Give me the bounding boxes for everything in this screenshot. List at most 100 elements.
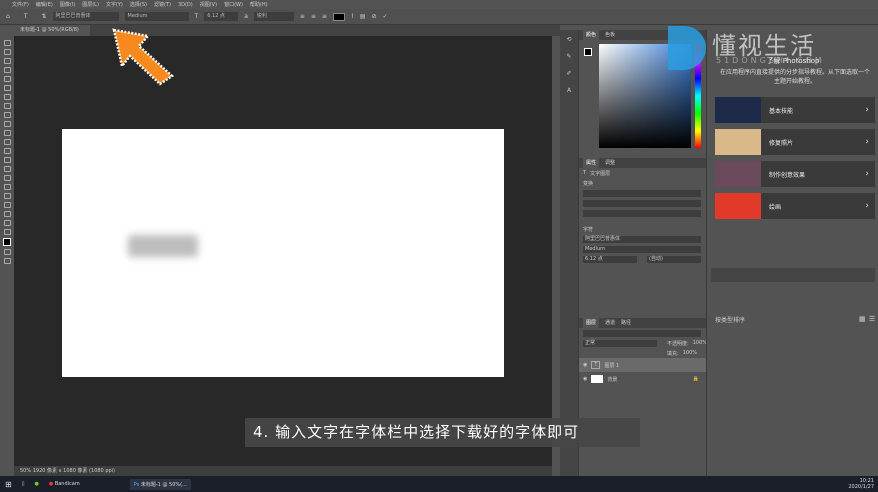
eraser-tool-icon[interactable] — [3, 139, 11, 145]
file-explorer-icon[interactable]: ▯ — [22, 481, 25, 487]
commit-icon[interactable]: ✓ — [383, 13, 388, 20]
zoom-tool-icon[interactable] — [3, 220, 11, 226]
tab-swatches[interactable]: 色板 — [605, 30, 615, 40]
menu-help[interactable]: 帮助(H) — [250, 1, 268, 8]
learn-item-basic[interactable]: 基本技能 › — [715, 97, 875, 123]
right-panels: 颜色 色板 属性 调整 T 文字图层 变换 字符 阿里巴巴普惠体 Medium 6.1… — [578, 30, 707, 476]
learn-item-creative[interactable]: 制作创意效果 › — [715, 161, 875, 187]
grid-view-icon[interactable]: ▦ — [859, 315, 866, 323]
type-tool-icon[interactable] — [3, 184, 11, 190]
menu-file[interactable]: 文件(F) — [12, 1, 29, 8]
healing-tool-icon[interactable] — [3, 103, 11, 109]
menu-layer[interactable]: 图层(L) — [82, 1, 99, 8]
path-select-tool-icon[interactable] — [3, 193, 11, 199]
antialias-select[interactable]: 锐利 — [253, 12, 294, 21]
bandicam-app[interactable]: ● Bandicam — [49, 481, 80, 487]
crop-tool-icon[interactable] — [3, 76, 11, 82]
eyedropper-tool-icon[interactable] — [3, 94, 11, 100]
foreground-swatch[interactable] — [584, 48, 592, 56]
foreground-color-swatch[interactable] — [3, 238, 11, 246]
quick-mask-icon[interactable] — [3, 249, 11, 255]
browser-icon[interactable]: ● — [34, 481, 38, 487]
panels-icon[interactable]: ▤ — [360, 13, 366, 20]
chevron-right-icon: › — [865, 169, 869, 179]
frame-tool-icon[interactable] — [3, 85, 11, 91]
warp-text-icon[interactable]: ⌇ — [351, 13, 354, 20]
home-icon[interactable]: ⌂ — [6, 13, 10, 20]
tab-color[interactable]: 颜色 — [583, 30, 600, 40]
screen-mode-icon[interactable] — [3, 258, 11, 264]
lock-icon: 🔒 — [692, 376, 699, 382]
menu-view[interactable]: 视图(V) — [200, 1, 217, 8]
opacity-field[interactable]: 100% — [693, 340, 707, 346]
tab-channels[interactable]: 通道 — [605, 318, 615, 328]
clock[interactable]: 10:21 2020/1/27 — [848, 478, 878, 490]
blend-mode-select[interactable]: 正常 — [583, 339, 658, 347]
font-family-select[interactable]: 阿里巴巴普惠体 — [52, 12, 119, 21]
photoshop-app[interactable]: Ps 未标题-1 @ 50%(... — [129, 478, 191, 490]
move-tool-icon[interactable] — [3, 40, 11, 46]
fill-field[interactable]: 100% — [683, 350, 697, 356]
hand-tool-icon[interactable] — [3, 211, 11, 217]
align-left-icon[interactable]: ≡ — [300, 13, 305, 20]
menu-window[interactable]: 窗口(W) — [224, 1, 243, 8]
char-leading-field[interactable]: (自动) — [647, 255, 701, 263]
align-right-icon[interactable]: ≡ — [322, 13, 327, 20]
menu-type[interactable]: 文字(Y) — [106, 1, 123, 8]
more-tools-icon[interactable] — [3, 229, 11, 235]
menu-select[interactable]: 选择(S) — [130, 1, 147, 8]
stamp-tool-icon[interactable] — [3, 121, 11, 127]
gradient-tool-icon[interactable] — [3, 148, 11, 154]
paths-icon[interactable]: ✐ — [566, 70, 571, 77]
dodge-tool-icon[interactable] — [3, 166, 11, 172]
learn-item-painting[interactable]: 绘画 › — [715, 193, 875, 219]
tab-layers[interactable]: 图层 — [583, 318, 600, 328]
transform-angle-field[interactable] — [583, 209, 701, 217]
quick-select-tool-icon[interactable] — [3, 67, 11, 73]
type-tool-icon[interactable]: T — [24, 13, 28, 20]
cancel-icon[interactable]: ⊘ — [372, 13, 377, 20]
character-heading: 字符 — [583, 226, 594, 233]
menu-image[interactable]: 图像(I) — [60, 1, 75, 8]
transform-xy-fields[interactable] — [583, 199, 701, 207]
sort-select[interactable]: 按类型排序 — [715, 315, 745, 324]
panel-icon-column: ⟲ ✎ ✐ A — [560, 30, 578, 476]
document-tab[interactable]: 未标题-1 @ 50%(RGB/8) — [14, 25, 90, 36]
blur-tool-icon[interactable] — [3, 157, 11, 163]
list-view-icon[interactable]: ☰ — [869, 315, 875, 323]
transform-wh-fields[interactable] — [583, 189, 701, 197]
layer-row[interactable]: ◉ 背景 🔒 — [579, 372, 707, 386]
font-size-select[interactable]: 6.12 点 — [204, 12, 239, 21]
visibility-eye-icon[interactable]: ◉ — [583, 376, 587, 382]
marquee-tool-icon[interactable] — [3, 49, 11, 55]
shape-tool-icon[interactable] — [3, 202, 11, 208]
char-style-select[interactable]: Medium — [583, 245, 701, 253]
opacity-label: 不透明度: — [667, 340, 689, 347]
windows-start-icon[interactable]: ⊞ — [5, 480, 12, 489]
libraries-search[interactable] — [711, 268, 875, 282]
brush-tool-icon[interactable] — [3, 112, 11, 118]
menu-edit[interactable]: 编辑(E) — [36, 1, 53, 8]
orientation-icon[interactable]: ⇅ — [41, 13, 46, 20]
align-center-icon[interactable]: ≡ — [311, 13, 316, 20]
learn-item-repair[interactable]: 修复照片 › — [715, 129, 875, 155]
tab-adjustments[interactable]: 调整 — [605, 158, 615, 168]
brush-settings-icon[interactable]: ✎ — [566, 53, 571, 60]
history-brush-icon[interactable] — [3, 130, 11, 136]
tab-paths[interactable]: 路径 — [621, 318, 631, 328]
char-font-select[interactable]: 阿里巴巴普惠体 — [583, 235, 701, 243]
layer-filter[interactable] — [583, 329, 701, 337]
char-icon[interactable]: A — [567, 87, 571, 94]
lasso-tool-icon[interactable] — [3, 58, 11, 64]
tools-panel — [0, 36, 14, 466]
layer-row[interactable]: ◉ T 图层 1 — [579, 358, 707, 372]
font-style-select[interactable]: Medium — [124, 12, 189, 21]
char-size-field[interactable]: 6.12 点 — [583, 255, 637, 263]
visibility-eye-icon[interactable]: ◉ — [583, 362, 587, 368]
text-color-swatch[interactable] — [332, 12, 345, 21]
menu-3d[interactable]: 3D(D) — [178, 2, 193, 8]
menu-filter[interactable]: 滤镜(T) — [154, 1, 171, 8]
tab-properties[interactable]: 属性 — [583, 158, 600, 168]
pen-tool-icon[interactable] — [3, 175, 11, 181]
history-icon[interactable]: ⟲ — [566, 36, 571, 43]
